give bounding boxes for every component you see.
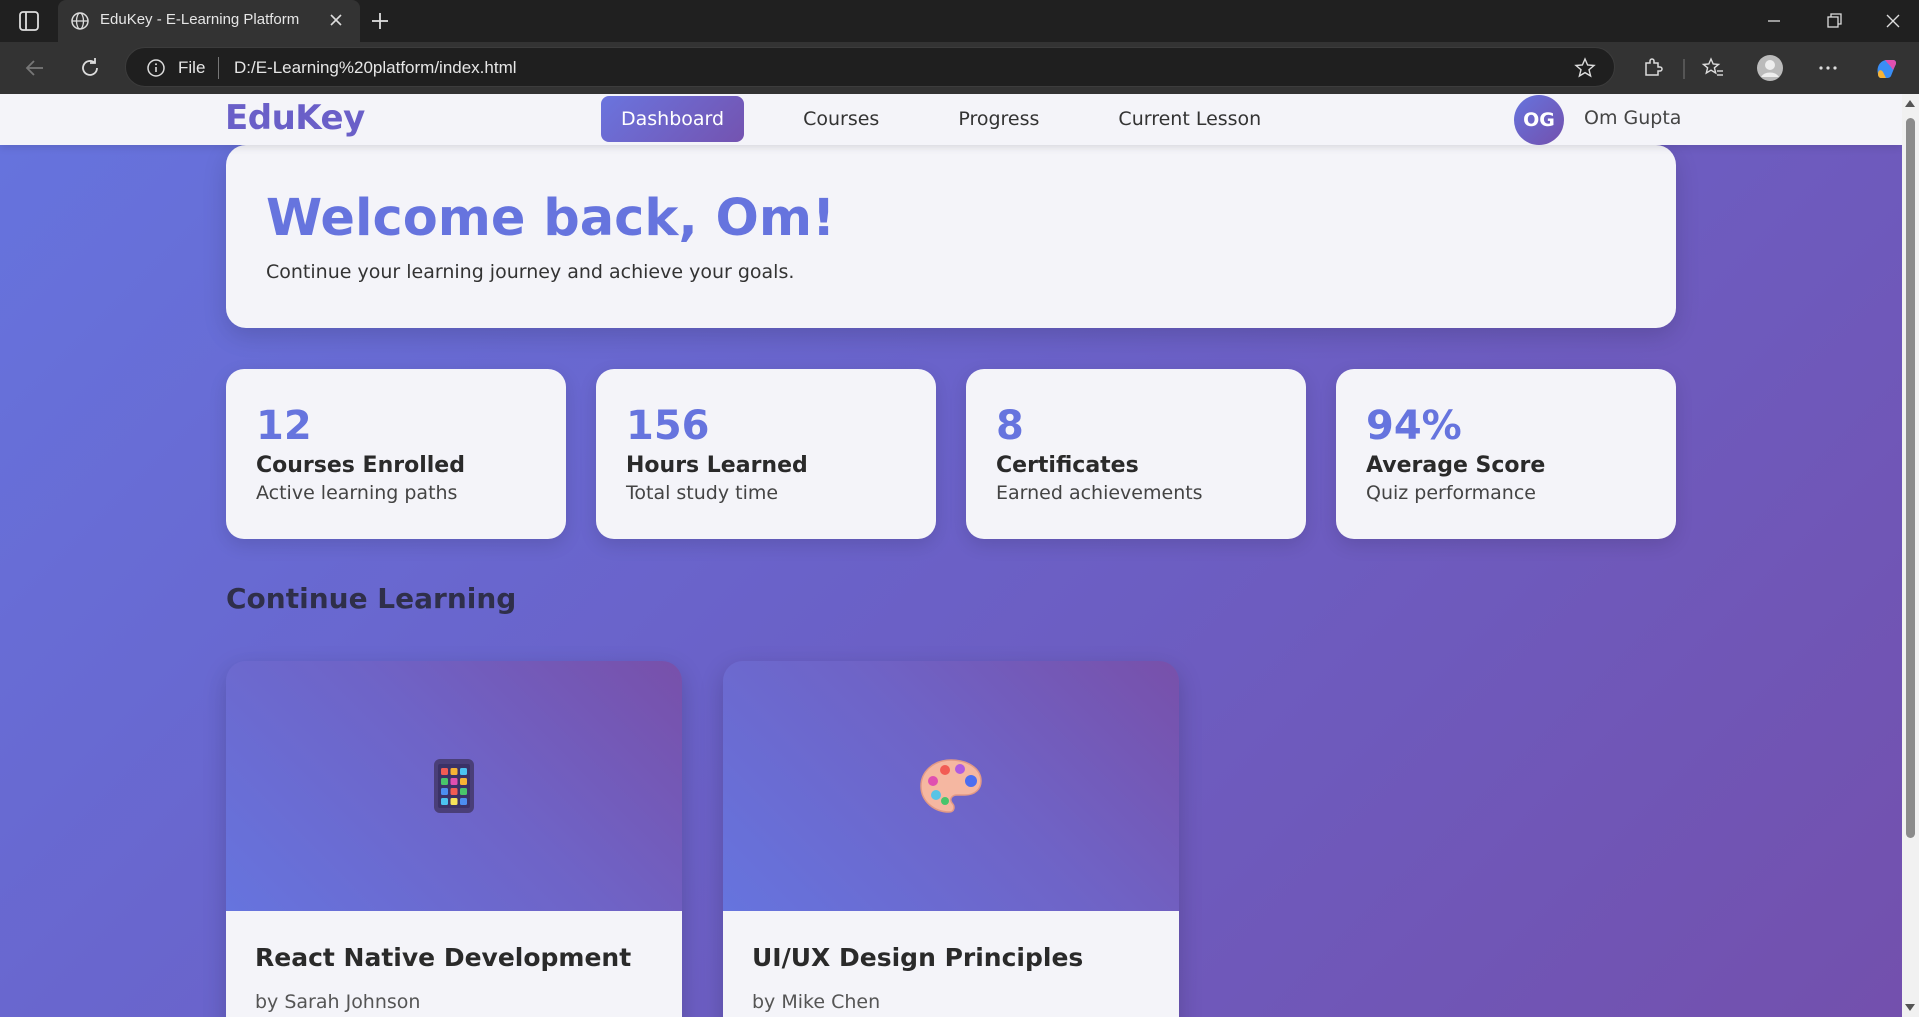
minimize-icon[interactable] xyxy=(1760,7,1788,35)
course-card-body: UI/UX Design Principles by Mike Chen xyxy=(723,911,1179,1017)
page-scrollbar[interactable] xyxy=(1902,94,1919,1017)
course-card[interactable]: React Native Development by Sarah Johnso… xyxy=(226,661,682,1017)
browser-toolbar: File D:/E-Learning%20platform/index.html xyxy=(0,42,1919,94)
scroll-up-icon[interactable] xyxy=(1905,100,1915,107)
stat-label: Certificates xyxy=(996,453,1139,478)
favorites-icon[interactable] xyxy=(1699,54,1727,82)
more-options-icon[interactable] xyxy=(1814,54,1842,82)
favorite-star-icon[interactable] xyxy=(1574,57,1596,79)
browser-tab-bar: EduKey - E-Learning Platform xyxy=(0,0,1919,42)
palette-icon xyxy=(723,661,1179,911)
main-nav: Dashboard Courses Progress Current Lesso… xyxy=(601,96,1320,142)
tab-actions-icon[interactable] xyxy=(16,9,42,33)
mobile-app-icon xyxy=(226,661,682,911)
course-title[interactable]: React Native Development xyxy=(255,943,631,972)
toolbar-divider xyxy=(1683,59,1685,79)
address-url[interactable]: D:/E-Learning%20platform/index.html xyxy=(234,58,517,78)
stat-value: 8 xyxy=(996,403,1024,449)
course-card[interactable]: UI/UX Design Principles by Mike Chen xyxy=(723,661,1179,1017)
stat-sub: Active learning paths xyxy=(256,482,458,504)
site-logo[interactable]: EduKey xyxy=(225,98,365,138)
page-viewport: EduKey Dashboard Courses Progress Curren… xyxy=(0,94,1902,1017)
stat-value: 12 xyxy=(256,403,312,449)
tab-title: EduKey - E-Learning Platform xyxy=(100,11,300,28)
browser-tab-active[interactable]: EduKey - E-Learning Platform xyxy=(58,0,360,42)
extensions-icon[interactable] xyxy=(1638,54,1666,82)
close-tab-icon[interactable] xyxy=(326,10,346,30)
user-name[interactable]: Om Gupta xyxy=(1584,107,1681,129)
course-card-body: React Native Development by Sarah Johnso… xyxy=(226,911,682,1017)
address-bar[interactable]: File D:/E-Learning%20platform/index.html xyxy=(125,47,1615,87)
globe-icon xyxy=(70,11,90,31)
scrollbar-thumb[interactable] xyxy=(1906,118,1915,838)
new-tab-icon[interactable] xyxy=(368,9,392,33)
nav-dashboard[interactable]: Dashboard xyxy=(601,96,745,142)
welcome-subtitle: Continue your learning journey and achie… xyxy=(266,261,795,283)
welcome-heading: Welcome back, Om! xyxy=(266,189,836,248)
stat-label: Average Score xyxy=(1366,453,1546,478)
stat-card-hours: 156 Hours Learned Total study time xyxy=(596,369,936,539)
address-scheme: File xyxy=(178,58,206,77)
stat-card-courses: 12 Courses Enrolled Active learning path… xyxy=(226,369,566,539)
site-navbar: EduKey Dashboard Courses Progress Curren… xyxy=(0,94,1902,145)
continue-learning-title: Continue Learning xyxy=(226,582,517,615)
course-instructor: by Mike Chen xyxy=(752,991,881,1013)
scroll-down-icon[interactable] xyxy=(1905,1004,1915,1011)
nav-current-lesson[interactable]: Current Lesson xyxy=(1098,96,1281,142)
stat-sub: Quiz performance xyxy=(1366,482,1536,504)
stat-card-certificates: 8 Certificates Earned achievements xyxy=(966,369,1306,539)
back-icon[interactable] xyxy=(21,54,49,82)
course-instructor: by Sarah Johnson xyxy=(255,991,421,1013)
reload-icon[interactable] xyxy=(76,54,104,82)
stat-label: Courses Enrolled xyxy=(256,453,465,478)
stat-card-score: 94% Average Score Quiz performance xyxy=(1336,369,1676,539)
restore-icon[interactable] xyxy=(1820,7,1848,35)
address-divider xyxy=(218,57,219,79)
stat-sub: Total study time xyxy=(626,482,779,504)
close-window-icon[interactable] xyxy=(1879,7,1907,35)
course-title[interactable]: UI/UX Design Principles xyxy=(752,943,1083,972)
info-icon[interactable] xyxy=(146,58,166,78)
welcome-card: Welcome back, Om! Continue your learning… xyxy=(226,145,1676,328)
nav-progress[interactable]: Progress xyxy=(938,96,1059,142)
profile-icon[interactable] xyxy=(1756,54,1784,82)
copilot-icon[interactable] xyxy=(1872,54,1900,82)
nav-courses[interactable]: Courses xyxy=(783,96,899,142)
stat-sub: Earned achievements xyxy=(996,482,1203,504)
stat-value: 156 xyxy=(626,403,710,449)
user-avatar[interactable]: OG xyxy=(1514,95,1564,145)
stat-value: 94% xyxy=(1366,403,1462,449)
stat-label: Hours Learned xyxy=(626,453,808,478)
